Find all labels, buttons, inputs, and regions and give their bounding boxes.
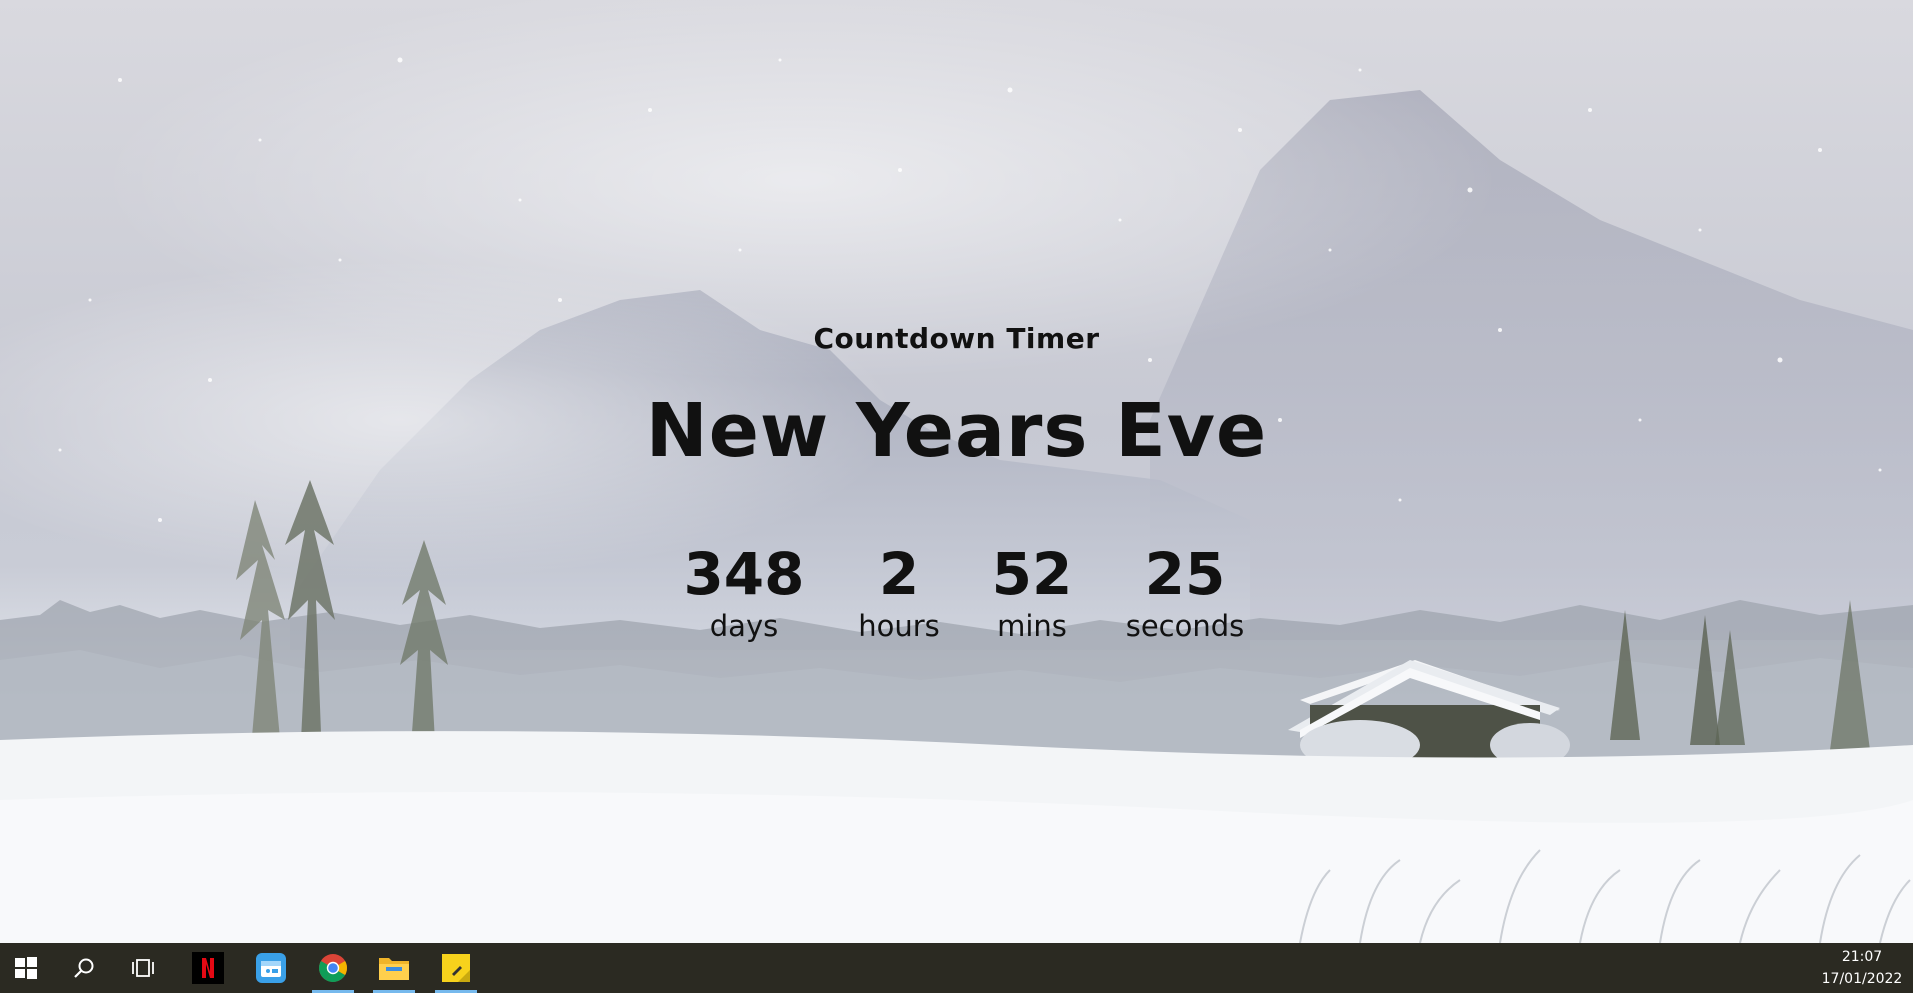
mins-counter: 52 mins [952, 540, 1112, 644]
chrome-icon [319, 954, 347, 982]
taskbar: 21:07 17/01/2022 [0, 943, 1913, 993]
taskbar-app-netflix[interactable] [182, 943, 234, 993]
mins-label: mins [997, 609, 1067, 643]
mins-value: 52 [991, 540, 1073, 608]
taskbar-app-sticky-notes[interactable] [430, 943, 482, 993]
task-view-icon [132, 959, 154, 977]
search-icon [74, 958, 94, 978]
app-icon [256, 953, 286, 983]
sticky-notes-icon [442, 954, 470, 982]
days-label: days [709, 609, 779, 643]
seconds-counter: 25 seconds [1105, 540, 1265, 644]
seconds-label: seconds [1125, 609, 1245, 643]
search-button[interactable] [58, 943, 110, 993]
countdown-title: New Years Eve [645, 388, 1268, 474]
taskbar-app-chrome[interactable] [307, 943, 359, 993]
countdown-subtitle: Countdown Timer [813, 322, 1100, 355]
file-explorer-icon [379, 958, 409, 980]
netflix-icon [192, 952, 224, 984]
start-button[interactable] [0, 943, 52, 993]
system-clock[interactable]: 21:07 17/01/2022 [1817, 943, 1907, 993]
seconds-value: 25 [1144, 540, 1226, 608]
clock-time: 21:07 [1841, 949, 1883, 965]
days-counter: 348 days [664, 540, 824, 644]
taskbar-app-file-explorer[interactable] [368, 943, 420, 993]
taskbar-app[interactable] [245, 943, 297, 993]
countdown-widget: Countdown Timer New Years Eve 348 days 2… [0, 0, 1913, 943]
task-view-button[interactable] [118, 943, 170, 993]
days-value: 348 [683, 540, 805, 608]
windows-start-icon [15, 957, 37, 979]
clock-date: 17/01/2022 [1821, 971, 1903, 987]
